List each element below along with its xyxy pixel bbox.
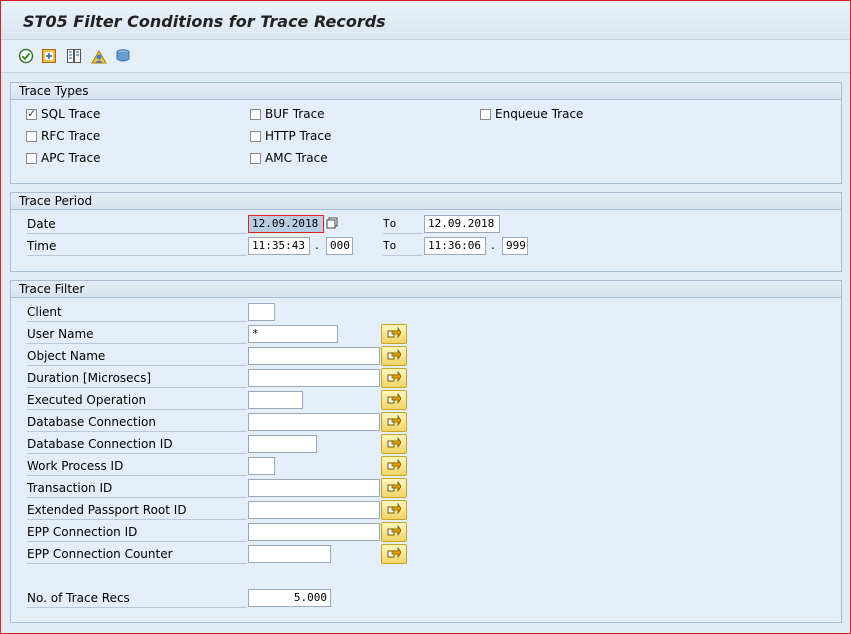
trace-filter-header: Trace Filter bbox=[11, 281, 841, 298]
work-process-id-label: Work Process ID bbox=[27, 457, 247, 476]
extended-passport-root-id-field[interactable] bbox=[248, 501, 380, 519]
executed-operation-multiple-selection-button[interactable] bbox=[381, 390, 407, 410]
variant-icon[interactable] bbox=[41, 48, 57, 64]
window-title: ST05 Filter Conditions for Trace Records bbox=[23, 12, 386, 31]
time-to-field[interactable]: 11:36:06 bbox=[424, 237, 486, 255]
arrow-right-icon bbox=[387, 414, 402, 431]
enqueue-trace-checkbox[interactable] bbox=[480, 109, 491, 120]
user-name-multiple-selection-button[interactable] bbox=[381, 324, 407, 344]
database-connection-id-label: Database Connection ID bbox=[27, 435, 247, 454]
epp-connection-id-label: EPP Connection ID bbox=[27, 523, 247, 542]
duration-multiple-selection-button[interactable] bbox=[381, 368, 407, 388]
client-label: Client bbox=[27, 303, 247, 322]
transaction-id-field[interactable] bbox=[248, 479, 380, 497]
work-process-id-field[interactable] bbox=[248, 457, 275, 475]
object-name-field[interactable] bbox=[248, 347, 380, 365]
date-from-field[interactable]: 12.09.2018 bbox=[248, 215, 324, 233]
database-connection-id-multiple-selection-button[interactable] bbox=[381, 434, 407, 454]
executed-operation-field[interactable] bbox=[248, 391, 303, 409]
rfc-trace-checkbox[interactable] bbox=[26, 131, 37, 142]
date-to-label: To bbox=[383, 215, 423, 234]
execute-icon[interactable] bbox=[18, 48, 34, 64]
amc-trace-checkbox[interactable] bbox=[250, 153, 261, 164]
num-trace-recs-field[interactable]: 5.000 bbox=[248, 589, 331, 607]
apc-trace-label: APC Trace bbox=[41, 151, 101, 165]
buf-trace-checkbox[interactable] bbox=[250, 109, 261, 120]
arrow-right-icon bbox=[387, 524, 402, 541]
http-trace-label: HTTP Trace bbox=[265, 129, 332, 143]
sql-trace-checkbox[interactable] bbox=[26, 107, 37, 120]
arrow-right-icon bbox=[387, 370, 402, 387]
arrow-right-icon bbox=[387, 348, 402, 365]
rfc-trace-label: RFC Trace bbox=[41, 129, 101, 143]
epp-connection-id-field[interactable] bbox=[248, 523, 380, 541]
transaction-id-multiple-selection-button[interactable] bbox=[381, 478, 407, 498]
time-from-field[interactable]: 11:35:43 bbox=[248, 237, 310, 255]
title-bar: ST05 Filter Conditions for Trace Records bbox=[1, 1, 850, 40]
amc-trace-label: AMC Trace bbox=[265, 151, 328, 165]
arrow-right-icon bbox=[387, 458, 402, 475]
database-connection-field[interactable] bbox=[248, 413, 380, 431]
work-process-id-multiple-selection-button[interactable] bbox=[381, 456, 407, 476]
time-from-separator: . bbox=[315, 238, 319, 252]
arrow-right-icon bbox=[387, 502, 402, 519]
database-connection-id-field[interactable] bbox=[248, 435, 317, 453]
arrow-right-icon bbox=[387, 436, 402, 453]
client-field[interactable] bbox=[248, 303, 275, 321]
arrow-right-icon bbox=[387, 546, 402, 563]
enqueue-trace-label: Enqueue Trace bbox=[495, 107, 584, 121]
epp-connection-counter-label: EPP Connection Counter bbox=[27, 545, 247, 564]
database-connection-multiple-selection-button[interactable] bbox=[381, 412, 407, 432]
epp-connection-counter-multiple-selection-button[interactable] bbox=[381, 544, 407, 564]
duration-label: Duration [Microsecs] bbox=[27, 369, 247, 388]
num-trace-recs-label: No. of Trace Recs bbox=[27, 589, 247, 608]
database-icon[interactable] bbox=[115, 48, 131, 64]
user-name-label: User Name bbox=[27, 325, 247, 344]
extended-passport-root-id-label: Extended Passport Root ID bbox=[27, 501, 247, 520]
date-label: Date bbox=[27, 215, 247, 234]
apc-trace-checkbox[interactable] bbox=[26, 153, 37, 164]
time-to-separator: . bbox=[491, 238, 495, 252]
time-from-ms-field[interactable]: 000 bbox=[326, 237, 353, 255]
arrow-right-icon bbox=[387, 480, 402, 497]
time-to-label: To bbox=[383, 237, 423, 256]
executed-operation-label: Executed Operation bbox=[27, 391, 247, 410]
date-to-field[interactable]: 12.09.2018 bbox=[424, 215, 500, 233]
object-name-label: Object Name bbox=[27, 347, 247, 366]
duration-field[interactable] bbox=[248, 369, 380, 387]
list-icon[interactable] bbox=[66, 48, 82, 64]
calendar-icon[interactable] bbox=[326, 217, 338, 229]
time-to-ms-field[interactable]: 999 bbox=[502, 237, 528, 255]
time-label: Time bbox=[27, 237, 247, 256]
trace-period-group: Trace Period Date 12.09.2018 To 12.09.20… bbox=[10, 192, 842, 272]
transaction-id-label: Transaction ID bbox=[27, 479, 247, 498]
arrow-right-icon bbox=[387, 392, 402, 409]
trace-filter-group: Trace Filter Client User Name * Object N… bbox=[10, 280, 842, 623]
application-toolbar bbox=[1, 40, 850, 73]
trace-types-group: Trace Types SQL Trace BUF Trace Enqueue … bbox=[10, 82, 842, 184]
http-trace-checkbox[interactable] bbox=[250, 131, 261, 142]
user-name-field[interactable]: * bbox=[248, 325, 338, 343]
epp-connection-id-multiple-selection-button[interactable] bbox=[381, 522, 407, 542]
trace-period-header: Trace Period bbox=[11, 193, 841, 210]
users-icon[interactable] bbox=[91, 48, 107, 64]
trace-types-header: Trace Types bbox=[11, 83, 841, 100]
buf-trace-label: BUF Trace bbox=[265, 107, 325, 121]
arrow-right-icon bbox=[387, 326, 402, 343]
object-name-multiple-selection-button[interactable] bbox=[381, 346, 407, 366]
extended-passport-root-id-multiple-selection-button[interactable] bbox=[381, 500, 407, 520]
sql-trace-label: SQL Trace bbox=[41, 107, 101, 121]
database-connection-label: Database Connection bbox=[27, 413, 247, 432]
epp-connection-counter-field[interactable] bbox=[248, 545, 331, 563]
